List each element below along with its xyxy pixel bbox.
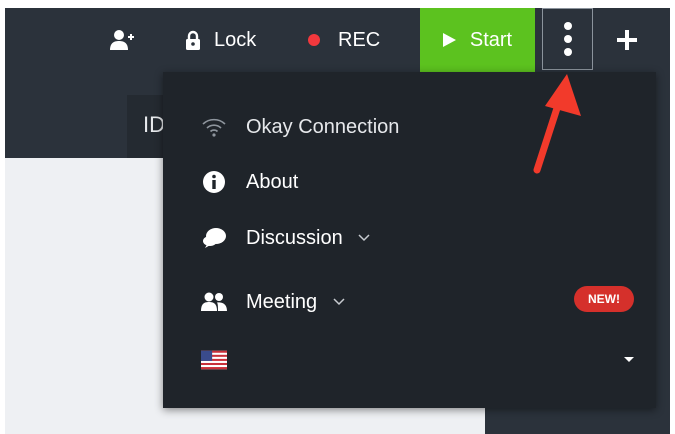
menu-item-discussion[interactable]: Discussion bbox=[163, 213, 656, 263]
rec-dot-icon bbox=[308, 34, 320, 46]
start-button[interactable]: Start bbox=[420, 8, 535, 72]
meeting-label: Meeting bbox=[246, 291, 345, 314]
add-button[interactable] bbox=[605, 8, 649, 72]
discussion-label: Discussion bbox=[246, 227, 370, 250]
background-tab-label: ID bbox=[143, 112, 165, 137]
lock-icon bbox=[185, 30, 201, 50]
more-options-button[interactable] bbox=[542, 8, 593, 70]
annotation-arrow bbox=[533, 74, 581, 174]
lock-button[interactable]: Lock bbox=[185, 8, 256, 72]
record-button[interactable]: REC bbox=[308, 8, 380, 72]
add-user-icon bbox=[110, 29, 134, 51]
new-badge: NEW! bbox=[574, 286, 634, 312]
top-toolbar: Lock REC Start bbox=[5, 8, 670, 72]
play-icon bbox=[442, 33, 456, 47]
plus-icon bbox=[616, 29, 638, 51]
rec-label: REC bbox=[338, 28, 381, 51]
start-label: Start bbox=[469, 28, 513, 51]
add-user-button[interactable] bbox=[105, 8, 139, 72]
about-label: About bbox=[246, 170, 299, 193]
chevron-down-icon bbox=[358, 234, 370, 242]
language-dropdown-caret[interactable] bbox=[624, 357, 634, 362]
us-flag-icon bbox=[201, 347, 227, 373]
users-icon bbox=[201, 289, 227, 315]
lock-label: Lock bbox=[214, 28, 257, 51]
wifi-icon bbox=[201, 114, 227, 140]
kebab-menu-icon bbox=[563, 20, 573, 58]
menu-item-language[interactable] bbox=[163, 335, 656, 385]
app-window: ID Lock REC Start Okay Connection About … bbox=[5, 8, 670, 434]
info-icon bbox=[201, 169, 227, 195]
chat-bubble-icon bbox=[201, 225, 227, 251]
connection-status-label: Okay Connection bbox=[246, 115, 400, 138]
chevron-down-icon bbox=[333, 298, 345, 306]
